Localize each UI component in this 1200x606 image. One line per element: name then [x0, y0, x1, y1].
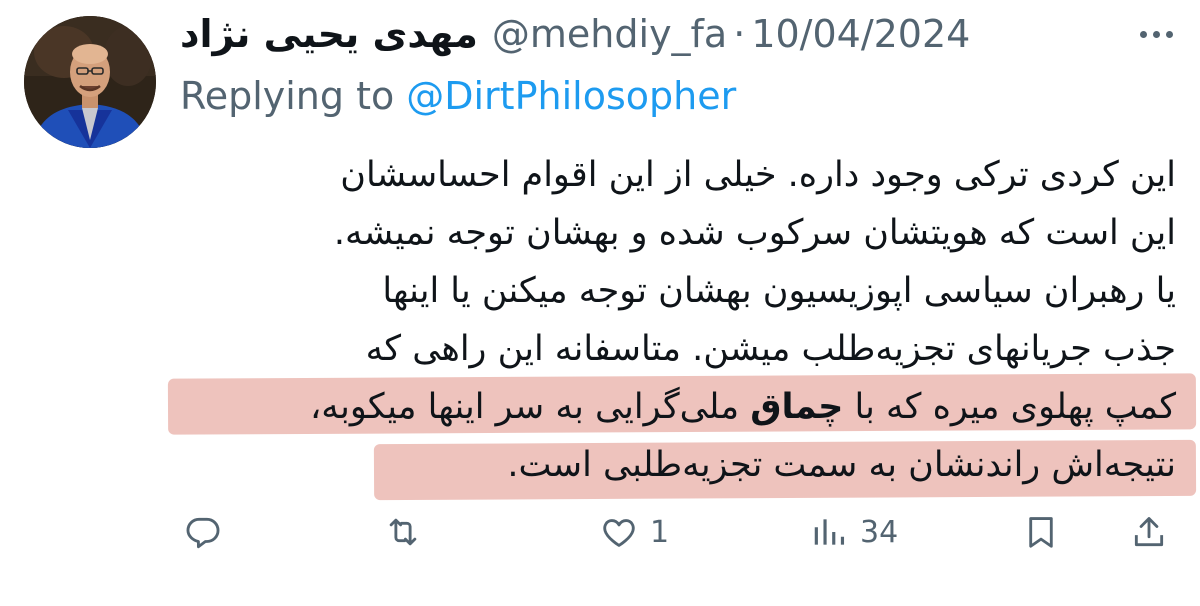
tweet-line: این کردی ترکی وجود داره. خیلی از این اقو… [340, 155, 1176, 195]
views-button[interactable]: 34 [810, 504, 898, 560]
tweet-line: جذب جریانهای تجزیه‌طلب میشن. متاسفانه ای… [365, 329, 1176, 369]
heart-icon [603, 519, 635, 547]
share-button[interactable] [1130, 504, 1168, 560]
share-icon [1134, 517, 1164, 547]
retweet-button[interactable] [384, 504, 422, 560]
tweet-line-highlighted: نتیجه‌اش راندنشان به سمت تجزیه‌طلبی است. [507, 445, 1176, 485]
replying-to-label: Replying to [180, 74, 395, 118]
tweet-actions: 1 34 [180, 504, 1170, 560]
avatar[interactable] [24, 16, 156, 148]
like-button[interactable]: 1 [600, 504, 669, 560]
tweet-line: این است که هویتشان سرکوب شده و بهشان توج… [333, 213, 1176, 253]
replying-to: Replying to @DirtPhilosopher [180, 72, 736, 120]
tweet-text-segment: ملی‌گرایی به سر اینها میکوبه، [310, 387, 751, 427]
like-count: 1 [650, 514, 670, 550]
more-dot-icon [1139, 30, 1147, 38]
tweet-body: این کردی ترکی وجود داره. خیلی از این اقو… [176, 146, 1176, 494]
analytics-icon [814, 519, 845, 545]
tweet-line-highlighted: کمپ پهلوی میره که با چماق ملی‌گرایی به س… [176, 378, 1176, 436]
tweet-text-segment: کمپ پهلوی میره که با [843, 387, 1177, 427]
tweet-bold-word: چماق [750, 387, 844, 427]
author-handle[interactable]: @mehdiy_fa [492, 12, 727, 56]
separator-dot: · [733, 12, 746, 56]
tweet-date[interactable]: 10/04/2024 [751, 12, 970, 56]
replying-to-link[interactable]: @DirtPhilosopher [406, 74, 736, 118]
profile-photo-icon [24, 16, 156, 148]
more-dot-icon [1165, 30, 1173, 38]
bookmark-button[interactable] [1022, 504, 1060, 560]
reply-button[interactable] [184, 504, 222, 560]
bookmark-icon [1029, 517, 1053, 548]
more-dot-icon [1152, 30, 1160, 38]
author-display-name[interactable]: مهدی یحیی نژاد [180, 12, 478, 56]
retweet-icon [389, 518, 417, 546]
tweet-header: مهدی یحیی نژاد @mehdiy_fa · 10/04/2024 [180, 10, 1000, 58]
tweet-line: یا رهبران سیاسی اپوزیسیون بهشان توجه میک… [382, 271, 1176, 311]
reply-icon [186, 517, 220, 549]
more-options-button[interactable] [1132, 14, 1180, 54]
views-count: 34 [860, 514, 899, 550]
